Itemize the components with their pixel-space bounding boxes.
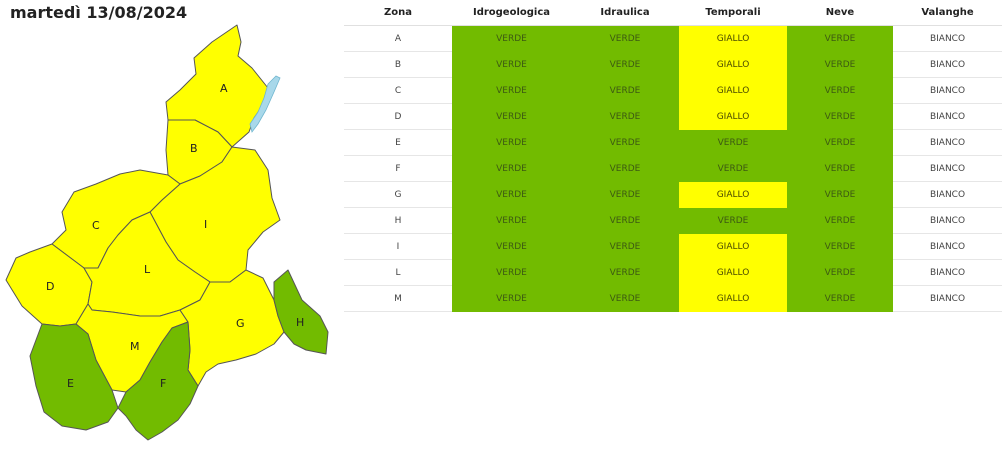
level-cell: VERDE xyxy=(452,129,571,156)
level-cell: GIALLO xyxy=(679,233,787,260)
map-label-i: I xyxy=(204,218,207,231)
table-row: E VERDE VERDE VERDE VERDE BIANCO xyxy=(344,129,1002,156)
level-cell: VERDE xyxy=(679,207,787,234)
level-cell: VERDE xyxy=(679,155,787,182)
level-cell: VERDE xyxy=(452,103,571,130)
level-cell: VERDE xyxy=(571,207,679,234)
map-label-l: L xyxy=(144,263,151,276)
zone-cell: H xyxy=(344,207,452,234)
level-cell: VERDE xyxy=(452,77,571,104)
table-row: G VERDE VERDE GIALLO VERDE BIANCO xyxy=(344,181,1002,208)
level-cell: VERDE xyxy=(787,259,893,286)
level-cell: VERDE xyxy=(787,207,893,234)
table-body: A VERDE VERDE GIALLO VERDE BIANCO B VERDE VERDE G… xyxy=(344,25,1002,312)
level-cell: GIALLO xyxy=(679,259,787,286)
level-cell: GIALLO xyxy=(679,25,787,52)
zone-cell: E xyxy=(344,129,452,156)
zone-cell: L xyxy=(344,259,452,286)
level-cell: VERDE xyxy=(452,25,571,52)
level-cell: VERDE xyxy=(452,207,571,234)
level-cell: VERDE xyxy=(571,285,679,312)
level-cell: GIALLO xyxy=(679,103,787,130)
map-label-a: A xyxy=(220,82,228,95)
level-cell: VERDE xyxy=(571,155,679,182)
table-row: L VERDE VERDE GIALLO VERDE BIANCO xyxy=(344,259,1002,286)
level-cell: BIANCO xyxy=(893,155,1002,182)
map-label-e: E xyxy=(67,377,74,390)
level-cell: BIANCO xyxy=(893,259,1002,286)
level-cell: VERDE xyxy=(452,259,571,286)
header-idrogeologica: Idrogeologica xyxy=(452,0,571,26)
level-cell: VERDE xyxy=(787,233,893,260)
level-cell: VERDE xyxy=(787,103,893,130)
level-cell: VERDE xyxy=(452,51,571,78)
zone-cell: C xyxy=(344,77,452,104)
map-label-h: H xyxy=(296,316,304,329)
level-cell: VERDE xyxy=(787,25,893,52)
level-cell: VERDE xyxy=(679,129,787,156)
map-label-c: C xyxy=(92,219,100,232)
zone-cell: F xyxy=(344,155,452,182)
zone-cell: M xyxy=(344,285,452,312)
level-cell: VERDE xyxy=(571,25,679,52)
level-cell: VERDE xyxy=(787,181,893,208)
level-cell: VERDE xyxy=(452,233,571,260)
header-neve: Neve xyxy=(787,0,893,26)
level-cell: VERDE xyxy=(452,181,571,208)
table-row: I VERDE VERDE GIALLO VERDE BIANCO xyxy=(344,233,1002,260)
table-row: C VERDE VERDE GIALLO VERDE BIANCO xyxy=(344,77,1002,104)
map-label-m: M xyxy=(130,340,140,353)
header-valanghe: Valanghe xyxy=(893,0,1002,26)
level-cell: GIALLO xyxy=(679,77,787,104)
header-idraulica: Idraulica xyxy=(571,0,679,26)
level-cell: GIALLO xyxy=(679,285,787,312)
level-cell: VERDE xyxy=(787,77,893,104)
table-row: F VERDE VERDE VERDE VERDE BIANCO xyxy=(344,155,1002,182)
zone-cell: D xyxy=(344,103,452,130)
level-cell: BIANCO xyxy=(893,129,1002,156)
map-label-g: G xyxy=(236,317,245,330)
level-cell: VERDE xyxy=(452,285,571,312)
table-row: M VERDE VERDE GIALLO VERDE BIANCO xyxy=(344,285,1002,312)
table-row: H VERDE VERDE VERDE VERDE BIANCO xyxy=(344,207,1002,234)
table-header-row: Zona Idrogeologica Idraulica Temporali N… xyxy=(344,0,1002,26)
table-row: B VERDE VERDE GIALLO VERDE BIANCO xyxy=(344,51,1002,78)
zone-cell: G xyxy=(344,181,452,208)
level-cell: VERDE xyxy=(787,285,893,312)
alert-table: Zona Idrogeologica Idraulica Temporali N… xyxy=(344,0,1002,312)
map-zone-h[interactable] xyxy=(273,269,329,355)
level-cell: BIANCO xyxy=(893,77,1002,104)
level-cell: BIANCO xyxy=(893,103,1002,130)
header-zona: Zona xyxy=(344,0,452,26)
level-cell: BIANCO xyxy=(893,181,1002,208)
map-label-d: D xyxy=(46,280,54,293)
header-temporali: Temporali xyxy=(679,0,787,26)
map-label-b: B xyxy=(190,142,198,155)
level-cell: VERDE xyxy=(571,51,679,78)
level-cell: BIANCO xyxy=(893,285,1002,312)
level-cell: VERDE xyxy=(452,155,571,182)
level-cell: VERDE xyxy=(571,181,679,208)
level-cell: VERDE xyxy=(787,51,893,78)
level-cell: GIALLO xyxy=(679,181,787,208)
level-cell: BIANCO xyxy=(893,233,1002,260)
level-cell: VERDE xyxy=(571,129,679,156)
level-cell: BIANCO xyxy=(893,207,1002,234)
table-row: D VERDE VERDE GIALLO VERDE BIANCO xyxy=(344,103,1002,130)
table-row: A VERDE VERDE GIALLO VERDE BIANCO xyxy=(344,25,1002,52)
region-alert-map: A B C D E F G H I L M xyxy=(5,24,329,441)
level-cell: VERDE xyxy=(571,77,679,104)
map-label-f: F xyxy=(160,377,166,390)
level-cell: VERDE xyxy=(787,155,893,182)
level-cell: VERDE xyxy=(571,103,679,130)
zone-cell: B xyxy=(344,51,452,78)
zone-cell: A xyxy=(344,25,452,52)
level-cell: BIANCO xyxy=(893,25,1002,52)
level-cell: VERDE xyxy=(787,129,893,156)
level-cell: BIANCO xyxy=(893,51,1002,78)
level-cell: VERDE xyxy=(571,259,679,286)
zone-cell: I xyxy=(344,233,452,260)
level-cell: VERDE xyxy=(571,233,679,260)
level-cell: GIALLO xyxy=(679,51,787,78)
